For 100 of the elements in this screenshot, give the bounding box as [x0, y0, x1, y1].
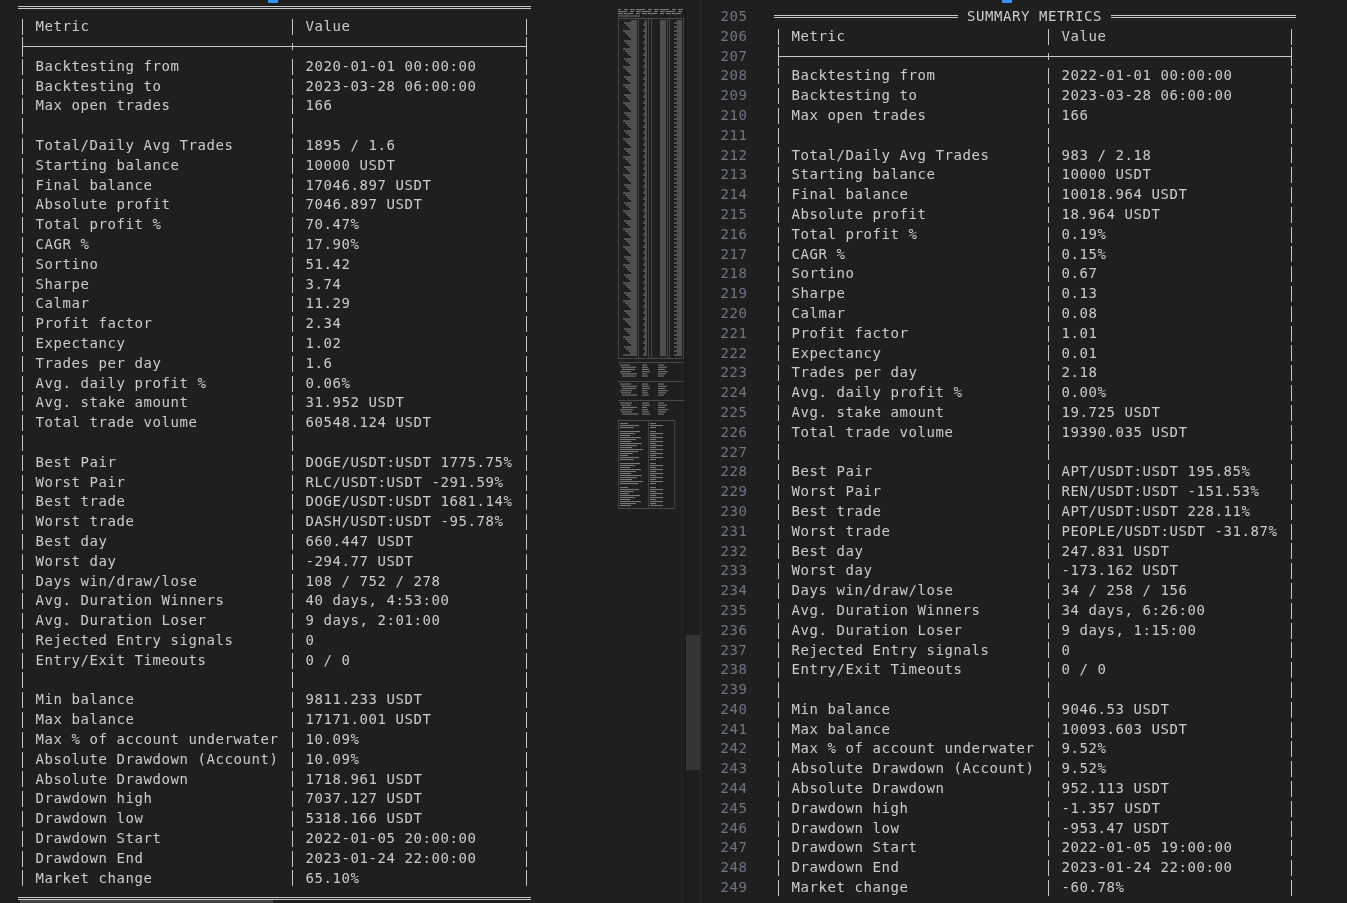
line-number: 245 — [720, 798, 748, 818]
metric-label: Market change — [791, 878, 909, 898]
metric-label: Rejected Entry signals — [791, 640, 990, 660]
metric-value: 19390.035 USDT — [1061, 422, 1188, 442]
metric-label: Drawdown Start — [791, 838, 918, 858]
metric-label: Best trade — [35, 492, 126, 512]
metric-label: Drawdown End — [35, 848, 144, 868]
line-number: 248 — [720, 858, 748, 878]
line-number: 213 — [720, 165, 748, 185]
metric-label: Avg. stake amount — [35, 393, 189, 413]
metric-value: 1.02 — [305, 334, 342, 354]
metric-value: PEOPLE/USDT:USDT -31.87% — [1061, 521, 1278, 541]
metric-label: Avg. stake amount — [791, 402, 945, 422]
metric-label: Calmar — [791, 303, 846, 323]
metric-value: 952.113 USDT — [1061, 779, 1170, 799]
metric-label: Rejected Entry signals — [35, 631, 234, 650]
metric-value: 2.34 — [305, 314, 342, 334]
metric-value: 65.10% — [305, 868, 360, 888]
metric-value: 10093.603 USDT — [1061, 719, 1188, 739]
metric-value: 17.90% — [305, 235, 360, 255]
metric-label: Drawdown high — [791, 798, 909, 818]
metric-value: 247.831 USDT — [1061, 541, 1170, 561]
line-number: 224 — [720, 383, 748, 403]
metric-value: REN/USDT:USDT -151.53% — [1061, 482, 1260, 502]
scrollbar[interactable] — [686, 635, 700, 770]
metric-label: Absolute profit — [35, 195, 171, 215]
metric-value: 7046.897 USDT — [305, 195, 423, 215]
line-number: 225 — [720, 402, 748, 422]
metric-label: Worst Pair — [791, 482, 882, 502]
metric-label: Market change — [35, 868, 153, 888]
line-number: 244 — [720, 779, 748, 799]
metric-label: Profit factor — [35, 314, 153, 334]
line-number: 226 — [720, 422, 748, 442]
metric-label: Backtesting to — [35, 76, 162, 96]
line-number: 212 — [720, 145, 748, 165]
file-icon[interactable] — [1002, 0, 1012, 3]
line-number: 249 — [720, 878, 748, 898]
metric-label: Worst day — [791, 561, 873, 581]
line-number: 231 — [720, 521, 748, 541]
line-number: 238 — [720, 660, 748, 680]
metric-value: 0 / 0 — [1061, 660, 1107, 680]
metric-label: Starting balance — [35, 155, 180, 175]
line-number: 206 — [720, 26, 748, 46]
line-number: 217 — [720, 244, 748, 264]
metric-value: DOGE/USDT:USDT 1681.14% — [305, 492, 513, 512]
metric-label: Absolute Drawdown (Account) — [35, 749, 279, 769]
line-number: 247 — [720, 838, 748, 858]
file-icon[interactable] — [268, 0, 278, 3]
line-number: 237 — [720, 640, 748, 660]
metric-label: Expectancy — [791, 343, 882, 363]
line-number: 239 — [720, 680, 748, 700]
metric-label: Total/Daily Avg Trades — [35, 136, 234, 156]
metric-value: 1.6 — [305, 353, 333, 373]
metric-label: Drawdown high — [35, 789, 153, 809]
metric-value: 2022-01-05 20:00:00 — [305, 828, 477, 848]
metric-value: 0 — [1061, 640, 1071, 660]
line-number: 220 — [720, 303, 748, 323]
line-number: 208 — [720, 66, 748, 86]
metric-value: 1895 / 1.6 — [305, 136, 396, 156]
metric-value: 660.447 USDT — [305, 532, 414, 551]
line-number: 227 — [720, 442, 748, 462]
metric-value: 2023-01-24 22:00:00 — [305, 848, 477, 868]
line-number: 221 — [720, 323, 748, 343]
metric-value: 10.09% — [305, 749, 360, 769]
metric-value: 60548.124 USDT — [305, 413, 432, 433]
metric-label: Final balance — [35, 175, 153, 195]
metric-value: 34 days, 6:26:00 — [1061, 600, 1206, 620]
metric-label: Profit factor — [791, 323, 909, 343]
horizontal-scrollbar[interactable] — [20, 900, 273, 903]
line-number: 235 — [720, 600, 748, 620]
metric-label: Sortino — [791, 264, 855, 284]
metric-value: 7037.127 USDT — [305, 789, 423, 809]
metric-label: Max balance — [791, 719, 891, 739]
metric-label: Entry/Exit Timeouts — [35, 650, 207, 670]
line-number: 241 — [720, 719, 748, 739]
metric-value: -953.47 USDT — [1061, 818, 1170, 838]
line-number: 209 — [720, 86, 748, 106]
minimap-drawing[interactable] — [618, 8, 684, 510]
metric-value: 166 — [305, 96, 333, 116]
line-number: 243 — [720, 759, 748, 779]
metric-value: 10.09% — [305, 730, 360, 749]
metric-value: DOGE/USDT:USDT 1775.75% — [305, 452, 513, 472]
metric-label: Final balance — [791, 185, 909, 205]
metric-value: 0.13 — [1061, 284, 1098, 304]
metric-label: Best trade — [791, 501, 882, 521]
line-number: 205 — [720, 7, 748, 26]
line-number: 222 — [720, 343, 748, 363]
metric-value: -294.77 USDT — [305, 551, 414, 571]
metric-label: Absolute Drawdown — [791, 779, 945, 799]
metric-value: 34 / 258 / 156 — [1061, 581, 1188, 601]
metric-label: Backtesting from — [791, 66, 936, 86]
metric-value: 108 / 752 / 278 — [305, 571, 441, 591]
metric-label: Drawdown Start — [35, 828, 162, 848]
metric-value: 0 — [305, 631, 315, 650]
metric-label: Entry/Exit Timeouts — [791, 660, 963, 680]
metric-label: Avg. daily profit % — [791, 383, 963, 403]
metric-value: 1.01 — [1061, 323, 1098, 343]
metric-label: Avg. Duration Winners — [35, 591, 225, 611]
metric-value: 2022-01-05 19:00:00 — [1061, 838, 1233, 858]
metric-value: 0.06% — [305, 373, 351, 393]
